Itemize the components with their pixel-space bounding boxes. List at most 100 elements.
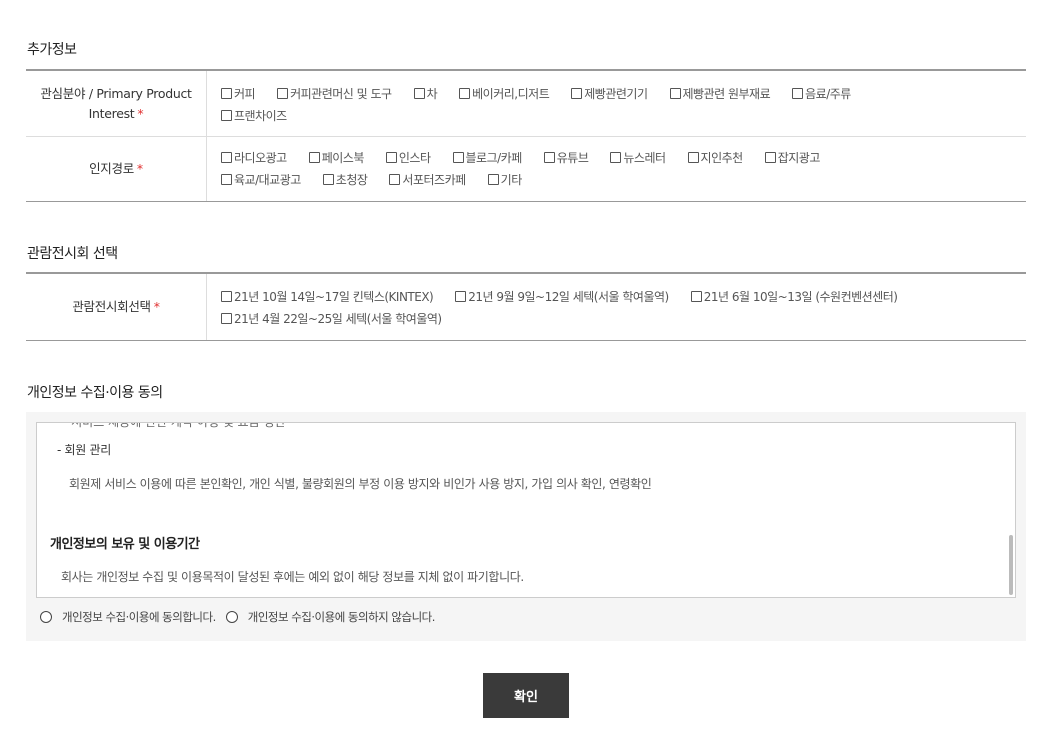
checkbox-icon[interactable] [221,109,232,121]
interest-label-line2: Interest [88,105,135,121]
interest-option[interactable]: 커피 [221,82,256,104]
interest-option-label: 음료/주류 [805,86,851,101]
exhibition-option[interactable]: 21년 9월 9일~12일 세텍(서울 학여울역) [455,285,669,307]
source-options: 라디오광고 페이스북 인스타 블로그/카페 유튜브 뉴스레터 지인추천 잡지광고육교/대교광고… [206,137,1026,201]
interest-option-label: 차 [426,86,438,101]
checkbox-icon[interactable] [413,87,425,99]
checkbox-icon[interactable] [687,151,699,163]
exhibition-section-title: 관람전시회 선택 [27,246,118,262]
source-option[interactable]: 유튜브 [543,146,589,168]
source-option-label: 지인추천 [700,150,744,165]
exhibition-option-label: 21년 9월 9일~12일 세텍(서울 학여울역) [468,289,669,304]
interest-option[interactable]: 제빵관련기기 [571,82,648,104]
interest-option-label: 제빵관련 원부재료 [682,86,771,101]
interest-option[interactable]: 제빵관련 원부재료 [669,82,771,104]
checkbox-icon[interactable] [221,290,232,302]
source-option[interactable]: 육교/대교광고 [221,168,301,190]
checkbox-icon[interactable] [543,151,555,163]
checkbox-icon[interactable] [610,151,622,163]
checkbox-icon[interactable] [792,87,804,99]
source-option-label: 서포터즈카페 [402,172,466,187]
exhibition-option[interactable]: 21년 6월 10일~13일 (수원컨벤션센터) [690,285,898,307]
checkbox-icon[interactable] [221,312,232,324]
checkbox-icon[interactable] [221,87,232,99]
interest-option[interactable]: 차 [413,82,438,104]
checkbox-icon[interactable] [452,151,464,163]
source-option-label: 기타 [500,172,523,187]
checkbox-icon[interactable] [455,290,467,302]
exhibition-option[interactable]: 21년 10월 14일~17일 킨텍스(KINTEX) [221,285,434,307]
checkbox-icon[interactable] [389,173,401,185]
interest-option-label: 프랜차이즈 [234,108,287,123]
interest-row: 관심분야 / Primary Product Interest * 커피 커피관련머… [26,71,1026,137]
exhibition-label: 관람전시회선택 * [26,274,206,340]
source-option-label: 인스타 [398,150,431,165]
privacy-agree-label: 개인정보 수집·이용에 동의합니다. [62,610,216,624]
interest-option[interactable]: 커피관련머신 및 도구 [277,82,392,104]
interest-option[interactable]: 프랜차이즈 [221,104,287,126]
exhibition-option-label: 21년 10월 14일~17일 킨텍스(KINTEX) [234,289,434,304]
source-option[interactable]: 페이스북 [308,146,364,168]
checkbox-icon[interactable] [322,173,334,185]
radio-circle-icon[interactable] [40,611,52,623]
source-option-label: 초청장 [335,172,368,187]
source-option-label: 블로그/카페 [465,150,523,165]
checkbox-icon[interactable] [459,87,471,99]
exhibition-options: 21년 10월 14일~17일 킨텍스(KINTEX) 21년 9월 9일~12일… [206,274,1026,340]
privacy-retention-text: 회사는 개인정보 수집 및 이용목적이 달성된 후에는 예외 없이 해당 정보를… [61,570,524,584]
checkbox-icon[interactable] [277,87,289,99]
confirm-button[interactable]: 확인 [483,673,569,718]
source-option[interactable]: 잡지광고 [764,146,820,168]
privacy-member-subitem: - 회원 관리 [57,443,112,457]
privacy-agree-radio[interactable]: 개인정보 수집·이용에 동의합니다. [40,609,216,625]
checkbox-icon[interactable] [221,151,232,163]
privacy-member-text: 회원제 서비스 이용에 따른 본인확인, 개인 식별, 불량회원의 부정 이용 … [69,477,652,491]
source-option[interactable]: 블로그/카페 [452,146,523,168]
checkbox-icon[interactable] [669,87,681,99]
privacy-cut-line: - 서비스 제공에 관한 계약 이행 및 요금 정산 [63,422,286,429]
source-option-label: 육교/대교광고 [234,172,301,187]
interest-option-label: 커피 [234,86,256,101]
source-label-text: 인지경로 [89,161,134,176]
exhibition-option[interactable]: 21년 4월 22일~25일 세텍(서울 학여울역) [221,307,442,329]
privacy-retention-heading: 개인정보의 보유 및 이용기간 [50,537,200,552]
exhibition-table: 관람전시회선택 * 21년 10월 14일~17일 킨텍스(KINTEX) 21년 … [26,272,1026,341]
source-label: 인지경로 * [26,137,206,201]
source-option[interactable]: 지인추천 [687,146,744,168]
exhibition-option-label: 21년 4월 22일~25일 세텍(서울 학여울역) [234,311,442,326]
privacy-terms-scrollbox[interactable]: - 서비스 제공에 관한 계약 이행 및 요금 정산 - 회원 관리 회원제 서… [36,422,1016,598]
interest-option-label: 제빵관련기기 [584,86,648,101]
interest-option[interactable]: 음료/주류 [792,82,851,104]
interest-options: 커피 커피관련머신 및 도구 차 베이커리,디저트 제빵관련기기 제빵관련 원부재료 음료/… [206,71,1026,136]
checkbox-icon[interactable] [221,173,232,185]
source-option[interactable]: 라디오광고 [221,146,287,168]
privacy-disagree-label: 개인정보 수집·이용에 동의하지 않습니다. [247,610,436,624]
required-mark: * [153,299,160,314]
interest-option-label: 베이커리,디저트 [472,86,550,101]
interest-label-line1: 관심분야 / Primary Product [40,85,192,101]
checkbox-icon[interactable] [308,151,320,163]
source-option[interactable]: 서포터즈카페 [389,168,466,190]
source-option[interactable]: 기타 [487,168,523,190]
checkbox-icon[interactable] [487,173,499,185]
checkbox-icon[interactable] [385,151,397,163]
source-option-label: 라디오광고 [234,150,287,165]
source-option-label: 뉴스레터 [623,150,666,165]
checkbox-icon[interactable] [764,151,776,163]
privacy-section-title: 개인정보 수집·이용 동의 [27,385,163,401]
source-option-label: 유튜브 [556,150,589,165]
privacy-disagree-radio[interactable]: 개인정보 수집·이용에 동의하지 않습니다. [225,609,436,625]
source-option[interactable]: 뉴스레터 [610,146,666,168]
additional-info-table: 관심분야 / Primary Product Interest * 커피 커피관련머… [26,69,1026,202]
additional-info-title: 추가정보 [27,42,77,58]
interest-label: 관심분야 / Primary Product Interest * [26,71,206,136]
source-option[interactable]: 인스타 [385,146,431,168]
source-row: 인지경로 * 라디오광고 페이스북 인스타 블로그/카페 유튜브 뉴스레터 지인추천 잡지광고육… [26,137,1026,201]
radio-circle-icon[interactable] [225,611,238,623]
exhibition-label-text: 관람전시회선택 [72,299,151,314]
interest-option[interactable]: 베이커리,디저트 [459,82,550,104]
scrollbar-thumb[interactable] [1009,535,1013,595]
checkbox-icon[interactable] [690,290,702,302]
checkbox-icon[interactable] [571,87,583,99]
source-option[interactable]: 초청장 [322,168,368,190]
